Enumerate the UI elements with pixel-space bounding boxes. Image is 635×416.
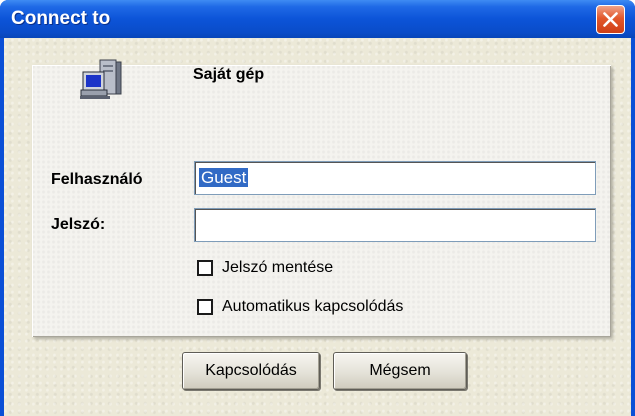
auto-connect-checkbox[interactable] [197,299,213,315]
window-title: Connect to [11,8,111,29]
auto-connect-label: Automatikus kapcsolódás [222,298,404,315]
cancel-button[interactable]: Mégsem [333,352,467,390]
connect-button[interactable]: Kapcsolódás [182,352,320,390]
auto-connect-option[interactable]: Automatikus kapcsolódás [197,298,403,316]
username-label: Felhasználó [51,171,143,188]
save-password-option[interactable]: Jelszó mentése [197,259,333,277]
save-password-checkbox[interactable] [197,260,213,276]
password-field[interactable] [194,208,596,242]
connection-panel [32,65,611,337]
close-icon [603,12,618,27]
close-button[interactable] [596,5,625,34]
username-field[interactable]: Guest [194,161,596,195]
password-label: Jelszó: [51,216,106,233]
username-value: Guest [199,168,249,187]
title-bar[interactable]: Connect to [0,0,635,38]
save-password-label: Jelszó mentése [222,259,334,276]
connect-dialog: Connect to Saját gép Felhasználó Guest J… [0,0,635,416]
computer-icon [80,59,122,99]
site-name: Saját gép [193,66,265,83]
